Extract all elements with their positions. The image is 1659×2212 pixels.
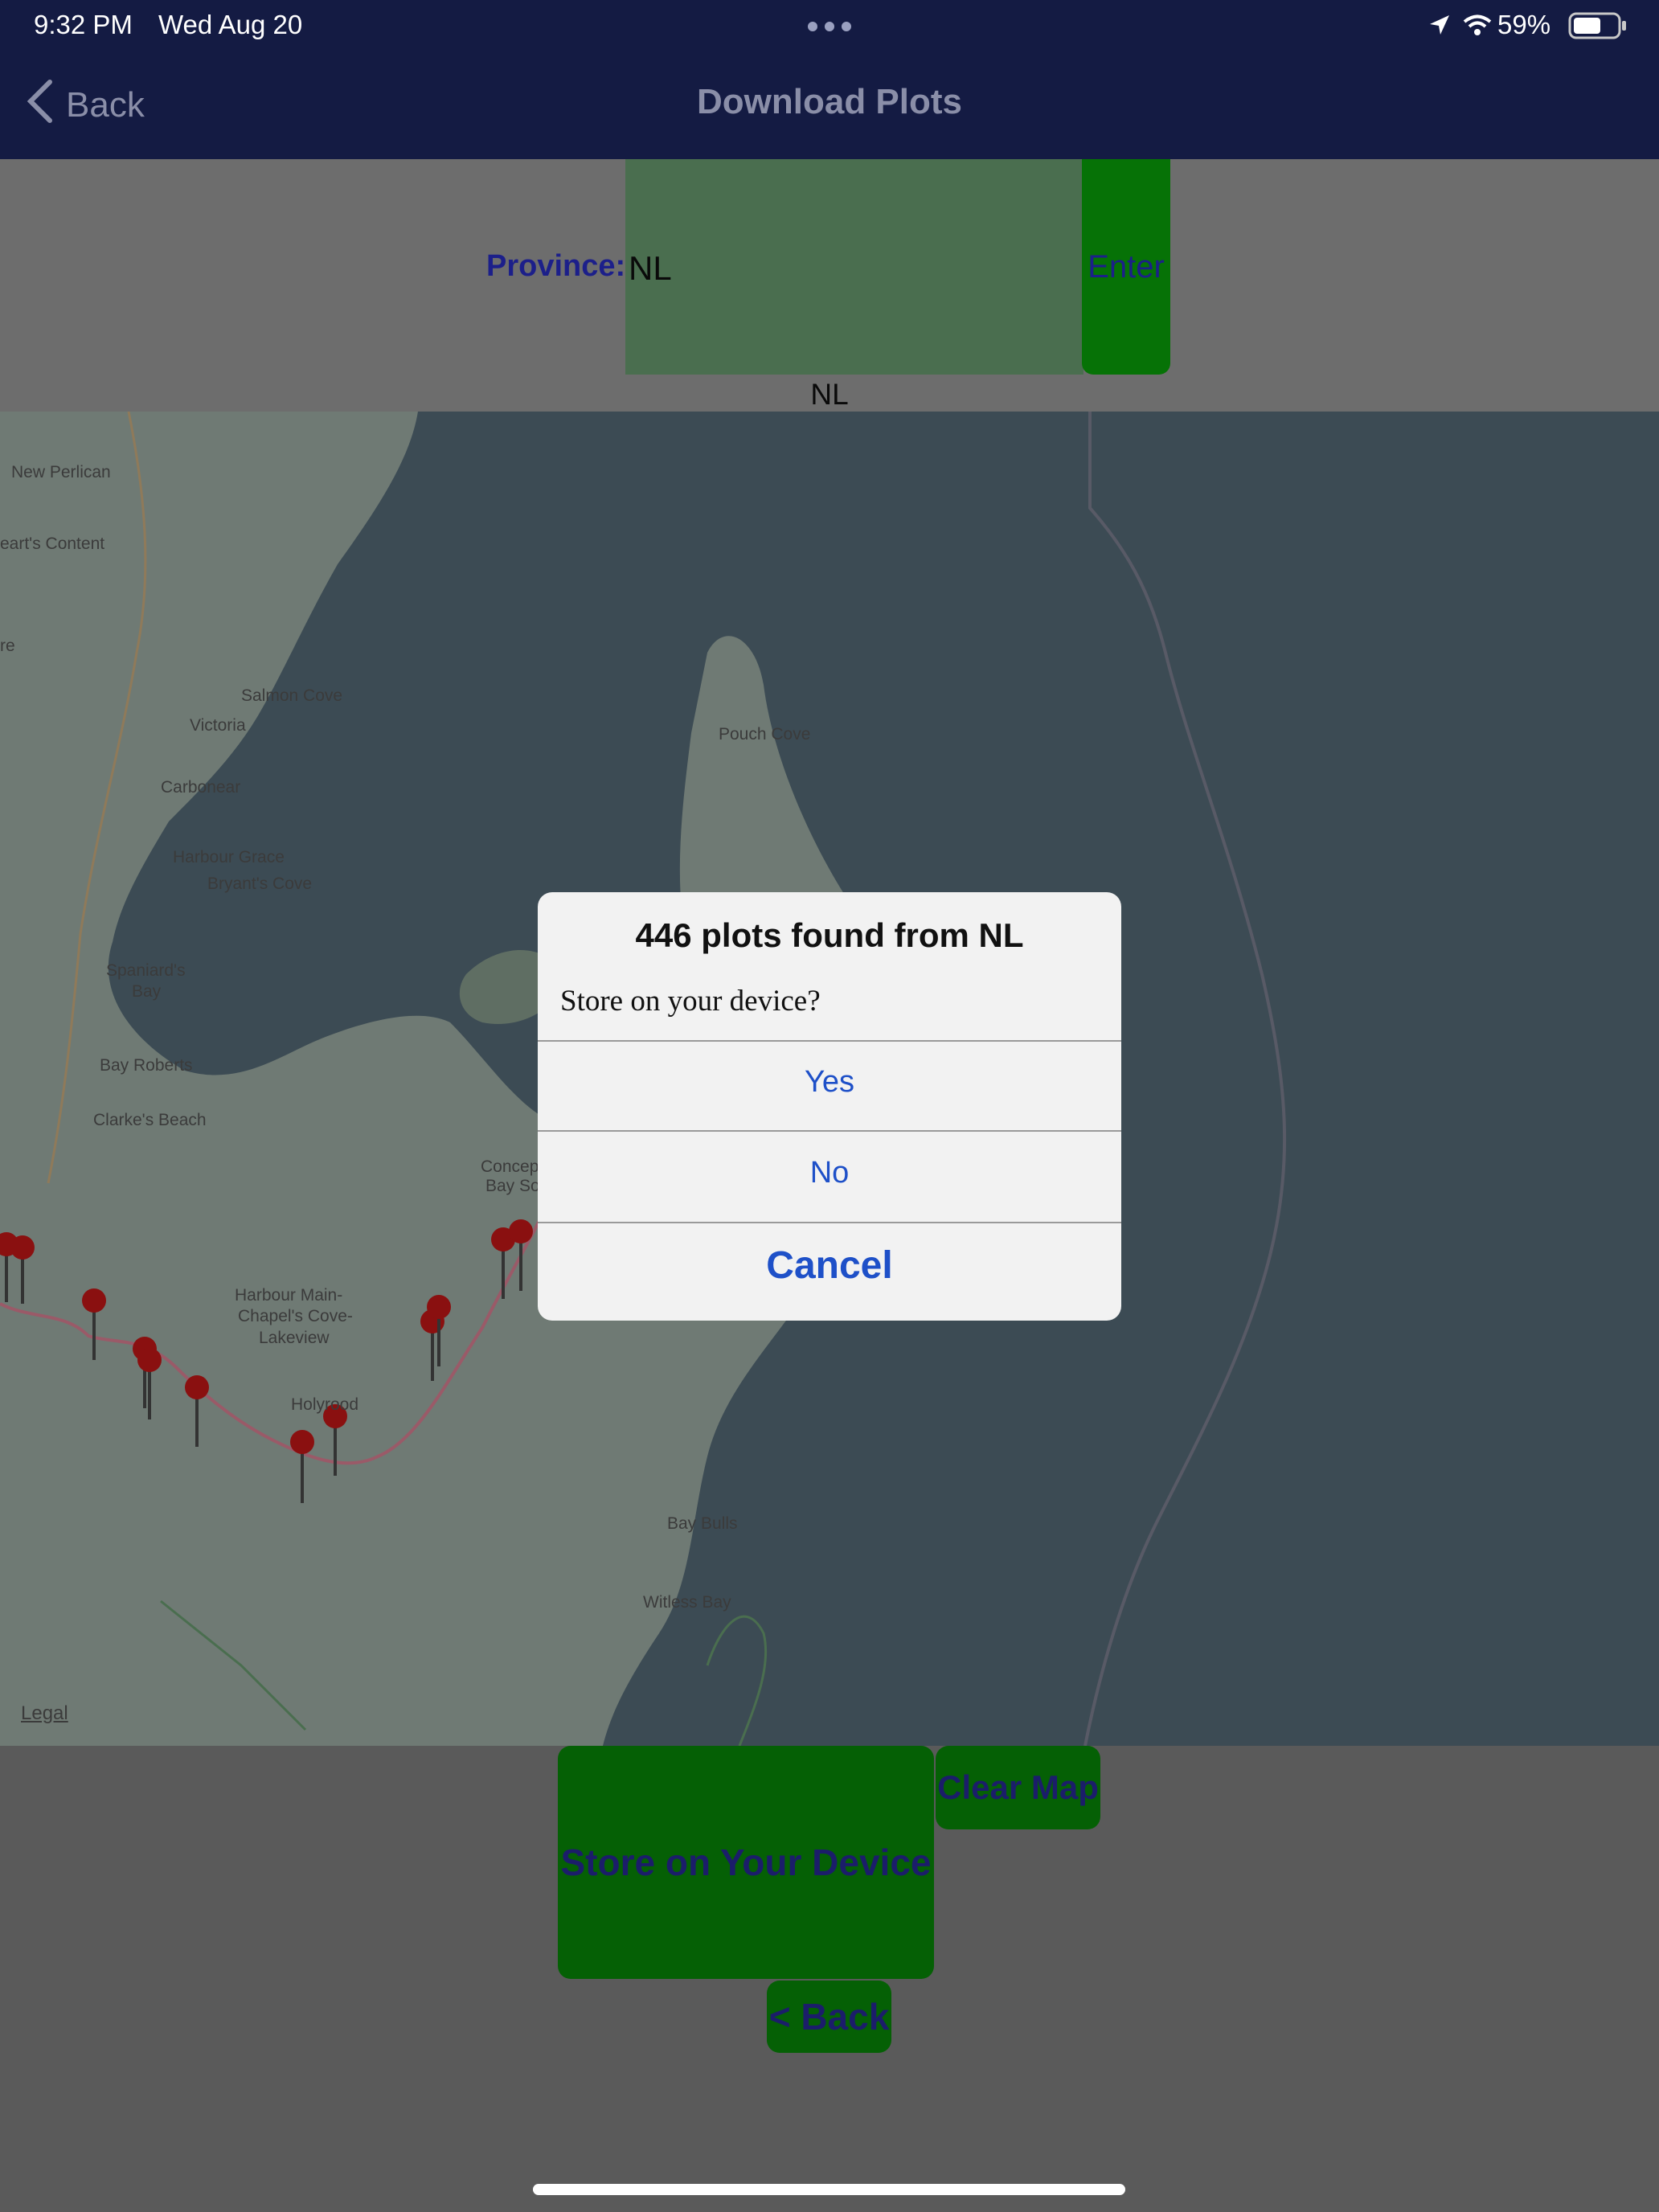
map-label: Holyrood: [291, 1395, 359, 1414]
clear-map-button[interactable]: Clear Map: [936, 1746, 1100, 1829]
map-label: New Perlican: [11, 463, 111, 481]
back-button[interactable]: < Back: [767, 1981, 891, 2053]
map-label: Pouch Cove: [719, 725, 811, 743]
map-label: Bay So: [485, 1177, 540, 1195]
dialog-message: Store on your device?: [560, 985, 821, 1018]
map-label: Witless Bay: [643, 1593, 731, 1612]
province-input[interactable]: NL: [625, 159, 1083, 375]
multitask-dots-icon[interactable]: [806, 20, 853, 37]
province-label: Province:: [486, 249, 626, 283]
status-bar: 9:32 PM Wed Aug 20 59%: [0, 0, 1659, 51]
location-icon: [1428, 13, 1452, 41]
map-label: Harbour Grace: [173, 848, 285, 866]
map-label: Concep: [481, 1157, 539, 1176]
map-label: Chapel's Cove-: [238, 1307, 353, 1325]
battery-icon: [1568, 12, 1628, 43]
map-label: Bay Bulls: [667, 1514, 738, 1533]
dialog-title: 446 plots found from NL: [635, 916, 1024, 954]
province-selected-value: NL: [810, 378, 849, 411]
cancel-button[interactable]: Cancel: [538, 1223, 1121, 1321]
page-title: Download Plots: [697, 82, 962, 121]
status-time: 9:32 PM: [34, 10, 133, 39]
map-label: eart's Content: [0, 535, 105, 553]
map-label: Bryant's Cove: [207, 875, 313, 893]
alert-dialog: 446 plots found from NL Store on your de…: [538, 892, 1121, 1321]
wifi-icon: [1461, 13, 1493, 41]
legal-link[interactable]: Legal: [21, 1702, 68, 1725]
map-label: Victoria: [190, 716, 246, 735]
map-label: Salmon Cove: [241, 686, 343, 705]
status-date: Wed Aug 20: [158, 10, 303, 39]
map-label: Bay Roberts: [100, 1056, 193, 1075]
yes-button[interactable]: Yes: [538, 1042, 1121, 1130]
map-label: Clarke's Beach: [93, 1111, 207, 1129]
map-label: Carbonear: [161, 778, 241, 797]
battery-percent: 59%: [1497, 10, 1551, 39]
enter-button[interactable]: Enter: [1082, 159, 1170, 375]
no-button[interactable]: No: [538, 1132, 1121, 1222]
map-label: Harbour Main-: [235, 1286, 343, 1305]
map-label: Lakeview: [259, 1329, 330, 1347]
map-label: Bay: [132, 982, 162, 1001]
map-label: Spaniard's: [106, 961, 186, 980]
map-label: re: [0, 637, 15, 655]
home-indicator[interactable]: [533, 2184, 1125, 2195]
store-on-device-button[interactable]: Store on Your Device: [558, 1746, 934, 1979]
